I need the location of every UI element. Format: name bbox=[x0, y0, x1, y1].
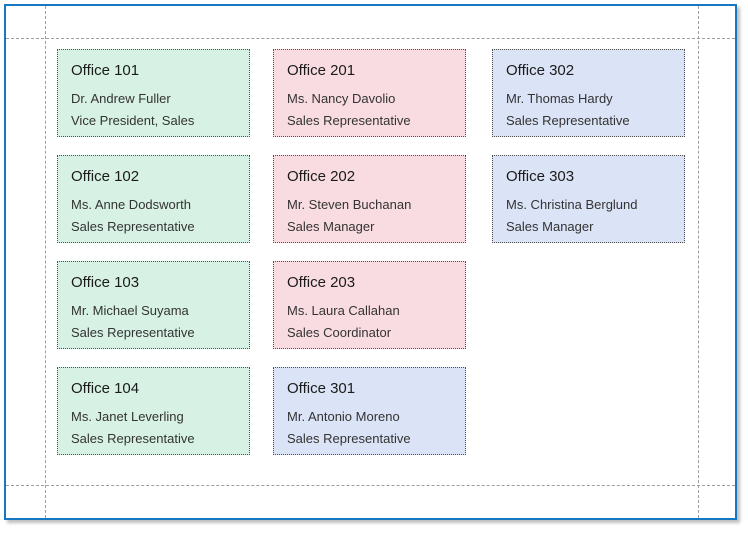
employee-title: Sales Manager bbox=[287, 218, 452, 235]
employee-name: Ms. Nancy Davolio bbox=[287, 90, 452, 107]
office-card[interactable]: Office 303 Ms. Christina Berglund Sales … bbox=[492, 155, 685, 243]
designer-canvas: Office 101 Dr. Andrew Fuller Vice Presid… bbox=[0, 0, 748, 534]
office-card[interactable]: Office 103 Mr. Michael Suyama Sales Repr… bbox=[57, 261, 250, 349]
office-number: Office 103 bbox=[71, 273, 236, 293]
margin-guide-right bbox=[698, 6, 699, 518]
employee-title: Sales Coordinator bbox=[287, 324, 452, 341]
office-number: Office 101 bbox=[71, 61, 236, 81]
employee-title: Sales Manager bbox=[506, 218, 671, 235]
employee-name: Ms. Laura Callahan bbox=[287, 302, 452, 319]
office-number: Office 303 bbox=[506, 167, 671, 187]
employee-name: Ms. Christina Berglund bbox=[506, 196, 671, 213]
office-number: Office 104 bbox=[71, 379, 236, 399]
office-card[interactable]: Office 301 Mr. Antonio Moreno Sales Repr… bbox=[273, 367, 466, 455]
employee-name: Mr. Steven Buchanan bbox=[287, 196, 452, 213]
office-number: Office 301 bbox=[287, 379, 452, 399]
office-card[interactable]: Office 202 Mr. Steven Buchanan Sales Man… bbox=[273, 155, 466, 243]
employee-title: Vice President, Sales bbox=[71, 112, 236, 129]
employee-name: Mr. Antonio Moreno bbox=[287, 408, 452, 425]
office-card[interactable]: Office 101 Dr. Andrew Fuller Vice Presid… bbox=[57, 49, 250, 137]
office-card[interactable]: Office 201 Ms. Nancy Davolio Sales Repre… bbox=[273, 49, 466, 137]
employee-title: Sales Representative bbox=[287, 112, 452, 129]
margin-guide-left bbox=[45, 6, 46, 518]
employee-name: Ms. Janet Leverling bbox=[71, 408, 236, 425]
margin-guide-top bbox=[6, 38, 735, 39]
employee-title: Sales Representative bbox=[71, 430, 236, 447]
office-number: Office 102 bbox=[71, 167, 236, 187]
office-number: Office 201 bbox=[287, 61, 452, 81]
margin-guide-bottom bbox=[6, 485, 735, 486]
office-number: Office 203 bbox=[287, 273, 452, 293]
office-card[interactable]: Office 102 Ms. Anne Dodsworth Sales Repr… bbox=[57, 155, 250, 243]
office-card[interactable]: Office 302 Mr. Thomas Hardy Sales Repres… bbox=[492, 49, 685, 137]
office-card[interactable]: Office 104 Ms. Janet Leverling Sales Rep… bbox=[57, 367, 250, 455]
employee-title: Sales Representative bbox=[71, 218, 236, 235]
employee-name: Dr. Andrew Fuller bbox=[71, 90, 236, 107]
employee-name: Mr. Michael Suyama bbox=[71, 302, 236, 319]
design-surface[interactable]: Office 101 Dr. Andrew Fuller Vice Presid… bbox=[4, 4, 737, 520]
employee-title: Sales Representative bbox=[506, 112, 671, 129]
employee-name: Ms. Anne Dodsworth bbox=[71, 196, 236, 213]
office-number: Office 302 bbox=[506, 61, 671, 81]
office-card[interactable]: Office 203 Ms. Laura Callahan Sales Coor… bbox=[273, 261, 466, 349]
employee-name: Mr. Thomas Hardy bbox=[506, 90, 671, 107]
office-number: Office 202 bbox=[287, 167, 452, 187]
employee-title: Sales Representative bbox=[71, 324, 236, 341]
employee-title: Sales Representative bbox=[287, 430, 452, 447]
